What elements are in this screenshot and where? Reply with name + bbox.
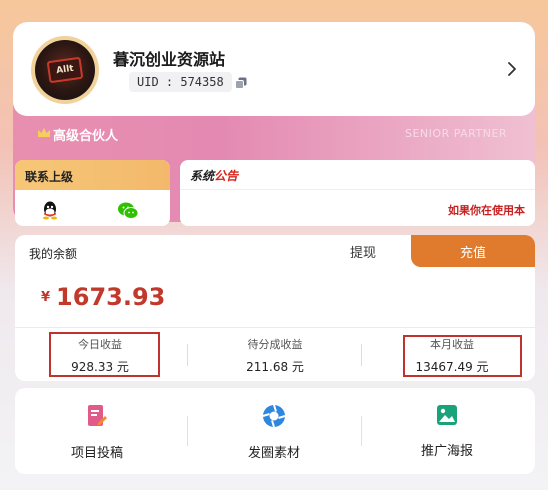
contact-superior-card: 联系上级 — [15, 160, 170, 226]
wechat-icon[interactable] — [117, 201, 139, 220]
partner-level-en: SENIOR PARTNER — [405, 127, 508, 140]
action-card: 项目投稿 发圈素材 推广海报 — [15, 388, 535, 474]
action-label: 发圈素材 — [247, 446, 300, 461]
recharge-button[interactable]: 充值 — [411, 235, 535, 267]
stat-divider — [187, 344, 188, 366]
stat-divider — [361, 344, 362, 366]
aperture-icon — [262, 404, 286, 428]
avatar: Allt — [31, 36, 99, 104]
stat-value: 211.68 元 — [246, 360, 304, 374]
balance-amount: ¥1673.93 — [41, 283, 165, 311]
action-divider — [361, 416, 362, 446]
partner-level-label: 高级合伙人 — [53, 129, 119, 144]
copy-icon[interactable] — [235, 77, 247, 89]
profile-header[interactable]: Allt 暮沉创业资源站 UID : 574358 — [13, 22, 535, 116]
highlight-box-today — [49, 332, 160, 377]
edit-document-icon — [88, 405, 107, 426]
qq-icon[interactable] — [40, 200, 60, 220]
crown-icon — [38, 128, 50, 137]
stat-label: 待分成收益 — [247, 338, 303, 351]
avatar-logo: Allt — [46, 56, 84, 84]
balance-value: 1673.93 — [56, 283, 166, 311]
currency-symbol: ¥ — [41, 290, 51, 305]
uid-label: UID : 574358 — [129, 72, 232, 92]
system-notice-card[interactable]: 系统公告 如果你在使用本 — [180, 160, 535, 226]
image-icon — [437, 405, 457, 425]
stat-pending: 待分成收益 211.68 元 — [200, 336, 350, 375]
notice-title: 系统公告 — [180, 160, 535, 190]
site-name: 暮沉创业资源站 — [113, 50, 226, 69]
action-project-submit[interactable]: 项目投稿 — [37, 404, 157, 461]
action-label: 推广海报 — [420, 444, 473, 459]
action-circle-material[interactable]: 发圈素材 — [214, 404, 334, 461]
chevron-right-icon[interactable] — [505, 60, 519, 78]
action-promo-poster[interactable]: 推广海报 — [387, 404, 507, 459]
action-label: 项目投稿 — [70, 446, 123, 461]
highlight-box-month — [403, 335, 522, 377]
withdraw-button[interactable]: 提现 — [315, 235, 411, 267]
notice-marquee-text: 如果你在使用本 — [448, 204, 525, 217]
contact-title: 联系上级 — [15, 160, 170, 190]
balance-label: 我的余额 — [29, 247, 78, 261]
action-divider — [187, 416, 188, 446]
